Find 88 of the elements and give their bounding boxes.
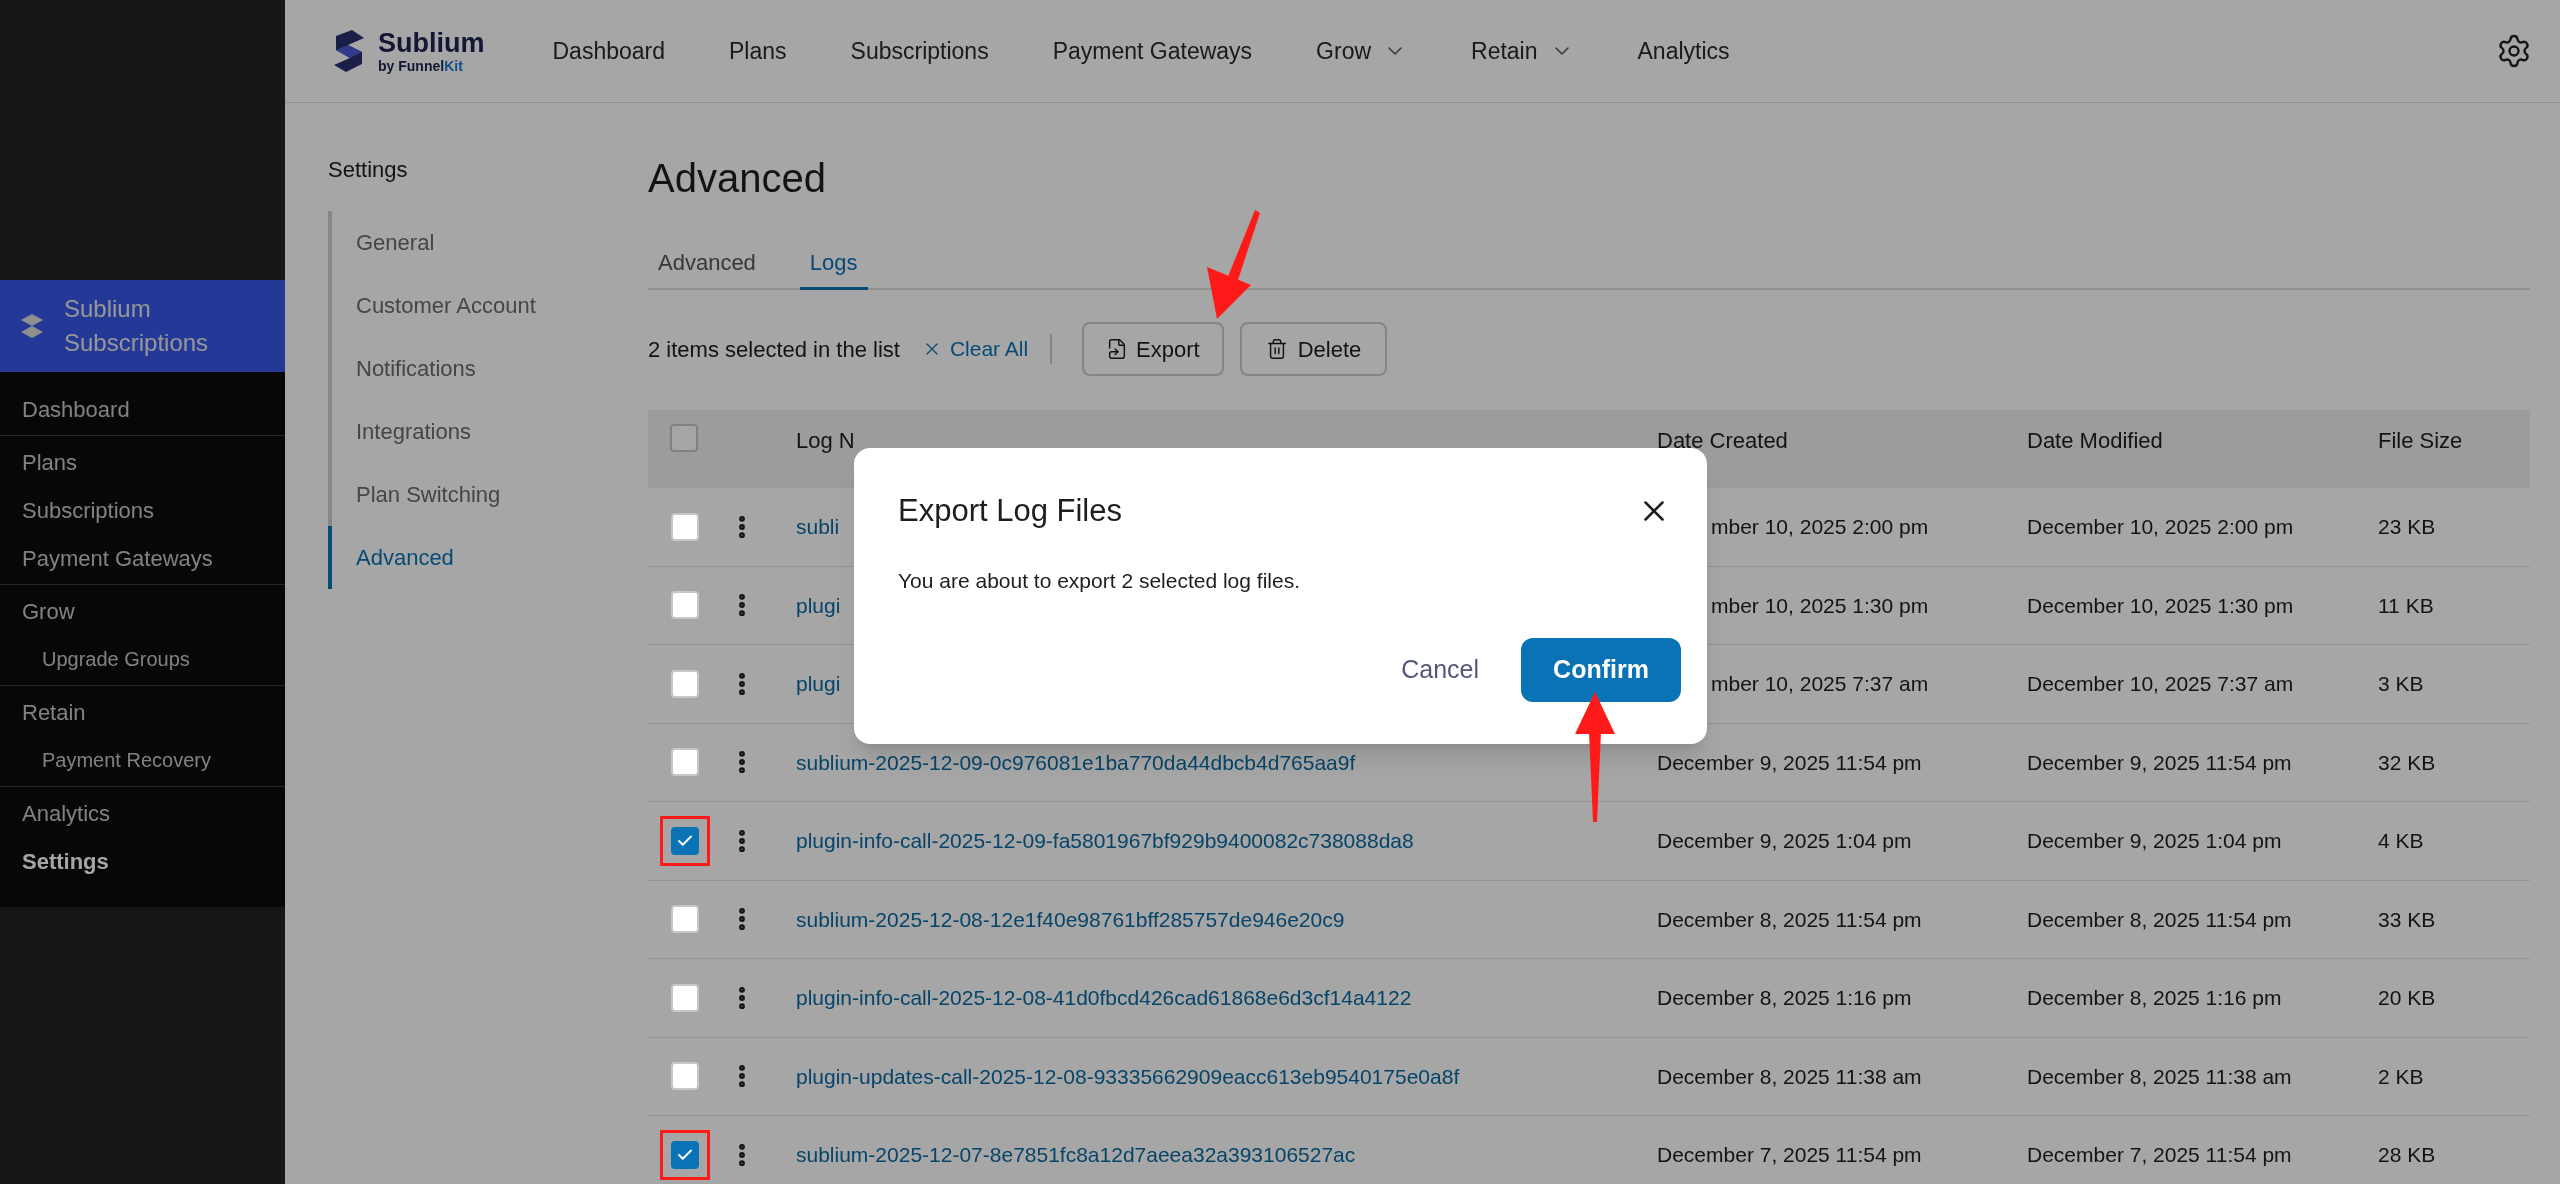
nav-link[interactable]: Dashboard bbox=[552, 33, 666, 69]
menu-item[interactable]: Subscriptions bbox=[0, 486, 285, 534]
menu-header[interactable]: Sublium Subscriptions bbox=[0, 280, 285, 372]
dialog-message: You are about to export 2 selected log files. bbox=[898, 567, 1301, 594]
checkbox[interactable] bbox=[671, 1140, 699, 1169]
file-size: 32 KB bbox=[2378, 749, 2437, 776]
nav-link[interactable]: Retain bbox=[1471, 33, 1574, 69]
date-modified: December 9, 2025 1:04 pm bbox=[2027, 828, 2283, 854]
file-size: 2 KB bbox=[2378, 1063, 2425, 1090]
file-size: 4 KB bbox=[2378, 828, 2425, 854]
menu-item[interactable]: Settings bbox=[0, 837, 285, 885]
checkbox[interactable] bbox=[671, 983, 699, 1012]
page-title: Advanced bbox=[648, 155, 827, 202]
menu-item[interactable]: Dashboard bbox=[0, 385, 285, 433]
date-modified: December 9, 2025 11:54 pm bbox=[2027, 749, 2293, 776]
trash-icon bbox=[1265, 338, 1288, 360]
submenu-item[interactable]: Payment Recovery bbox=[0, 736, 285, 784]
date-modified: December 10, 2025 1:30 pm bbox=[2027, 592, 2295, 619]
checkbox[interactable] bbox=[671, 1062, 699, 1091]
date-created: mber 10, 2025 1:30 pm bbox=[1711, 593, 1929, 617]
settings-nav-item[interactable]: Plan Switching bbox=[328, 463, 648, 526]
date-created: December 9, 2025 1:04 pm bbox=[1657, 829, 1912, 852]
checkbox[interactable] bbox=[671, 591, 699, 620]
column-header: File Size bbox=[2378, 427, 2464, 455]
checkbox[interactable] bbox=[670, 424, 698, 452]
tab[interactable]: Logs bbox=[799, 246, 868, 290]
export-button[interactable]: Export bbox=[1082, 322, 1224, 376]
date-modified: December 8, 2025 11:38 am bbox=[2027, 1063, 2293, 1090]
settings-nav-item[interactable]: Integrations bbox=[328, 400, 648, 463]
date-modified: December 8, 2025 1:16 pm bbox=[2027, 985, 2283, 1011]
nav-link[interactable]: Payment Gateways bbox=[1052, 33, 1253, 69]
menu-item[interactable]: Analytics bbox=[0, 789, 285, 837]
log-name-link[interactable]: plugin-info-call-2025-12-08-41d0fbcd426cad61868e6d3cf14a4122 bbox=[796, 982, 1657, 1014]
file-size: 28 KB bbox=[2378, 1142, 2437, 1168]
file-size: 23 KB bbox=[2378, 514, 2437, 540]
menu-item[interactable]: Retain bbox=[0, 688, 285, 736]
date-created: mber 10, 2025 7:37 am bbox=[1711, 672, 1929, 695]
log-name-link[interactable]: plugin-info-call-2025-12-09-fa5801967bf929b9400082c738088da8 bbox=[796, 825, 1657, 857]
date-modified: December 8, 2025 11:54 pm bbox=[2027, 906, 2293, 933]
date-created: December 8, 2025 11:54 pm bbox=[1657, 907, 1922, 931]
date-created: December 8, 2025 11:38 am bbox=[1657, 1064, 1922, 1088]
date-created: December 9, 2025 11:54 pm bbox=[1657, 750, 1922, 774]
submenu-item[interactable]: Upgrade Groups bbox=[0, 635, 285, 683]
checkbox[interactable] bbox=[671, 748, 699, 777]
file-size: 11 KB bbox=[2378, 592, 2435, 619]
file-size: 33 KB bbox=[2378, 906, 2437, 933]
nav-link[interactable]: Subscriptions bbox=[850, 33, 989, 69]
settings-nav-item[interactable]: Advanced bbox=[328, 526, 648, 589]
checkbox[interactable] bbox=[671, 512, 699, 541]
date-modified: December 10, 2025 7:37 am bbox=[2027, 671, 2295, 697]
log-name-link[interactable]: plugin-updates-call-2025-12-08-93335662909eacc613eb9540175e0a8f bbox=[796, 1060, 1657, 1092]
menu-header-title: Sublium Subscriptions bbox=[64, 294, 210, 358]
cancel-button[interactable]: Cancel bbox=[1381, 639, 1499, 701]
dialog-title: Export Log Files bbox=[898, 492, 1122, 530]
log-name-link[interactable]: sublium-2025-12-09-0c976081e1ba770da44dbcb4d765aa9f bbox=[796, 746, 1657, 778]
checkbox[interactable] bbox=[671, 826, 699, 855]
date-created: December 7, 2025 11:54 pm bbox=[1657, 1143, 1922, 1166]
nav-link[interactable]: Plans bbox=[729, 33, 787, 69]
settings-nav-item[interactable]: Notifications bbox=[328, 337, 648, 400]
nav-link[interactable]: Analytics bbox=[1637, 33, 1730, 69]
log-name-link[interactable]: sublium-2025-12-07-8e7851fc8a12d7aeea32a393106527ac bbox=[796, 1139, 1657, 1171]
confirm-button[interactable]: Confirm bbox=[1521, 638, 1681, 702]
checkbox[interactable] bbox=[671, 669, 699, 698]
settings-nav-item[interactable]: Customer Account bbox=[328, 274, 648, 337]
column-header: Date Created bbox=[1657, 427, 1789, 455]
date-created: mber 10, 2025 2:00 pm bbox=[1711, 515, 1929, 538]
date-modified: December 10, 2025 2:00 pm bbox=[2027, 514, 2295, 540]
tab[interactable]: Advanced bbox=[648, 246, 766, 290]
settings-title: Settings bbox=[328, 156, 409, 184]
menu-item[interactable]: Grow bbox=[0, 587, 285, 635]
menu-item[interactable]: Plans bbox=[0, 438, 285, 486]
delete-button[interactable]: Delete bbox=[1239, 322, 1388, 376]
menu-item[interactable]: Payment Gateways bbox=[0, 534, 285, 582]
column-header: Date Modified bbox=[2027, 427, 2164, 455]
clear-all-link[interactable]: Clear All bbox=[921, 333, 1029, 365]
date-modified: December 7, 2025 11:54 pm bbox=[2027, 1142, 2293, 1168]
file-size: 20 KB bbox=[2378, 985, 2437, 1011]
selection-count: 2 items selected in the list bbox=[648, 335, 900, 364]
nav-link[interactable]: Grow bbox=[1316, 33, 1408, 69]
file-size: 3 KB bbox=[2378, 671, 2425, 697]
checkbox[interactable] bbox=[671, 905, 699, 934]
logo-tagline: by FunnelKit bbox=[378, 58, 464, 73]
date-created: December 8, 2025 1:16 pm bbox=[1657, 986, 1912, 1009]
logo-name: Sublium bbox=[378, 29, 485, 57]
log-name-link[interactable]: sublium-2025-12-08-12e1f40e98761bff285757de946e20c9 bbox=[796, 903, 1657, 935]
settings-icon[interactable] bbox=[2496, 33, 2532, 69]
settings-nav-item[interactable]: General bbox=[328, 211, 648, 274]
column-header: Log N bbox=[796, 427, 856, 455]
